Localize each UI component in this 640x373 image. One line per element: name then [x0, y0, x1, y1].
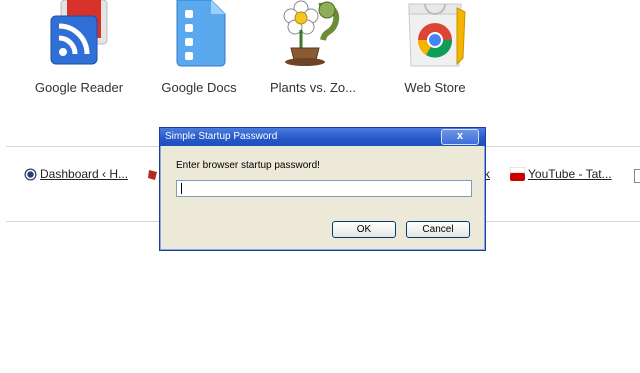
bookmark-dashboard[interactable]: Dashboard ‹ H...	[24, 167, 128, 181]
text-caret	[181, 183, 182, 194]
app-label: Plants vs. Zo...	[270, 80, 356, 95]
bookmark-overflow-checkbox[interactable]	[634, 169, 640, 183]
cancel-button[interactable]: Cancel	[406, 221, 470, 238]
startup-password-dialog: Simple Startup Password x Enter browser …	[159, 127, 486, 251]
app-label: Google Docs	[161, 80, 237, 95]
youtube-icon	[510, 167, 525, 181]
google-docs-icon	[176, 0, 226, 67]
bookmark-youtube[interactable]: YouTube - Tat...	[510, 167, 612, 181]
web-store-icon	[408, 3, 466, 67]
google-reader-icon	[50, 0, 108, 65]
password-input[interactable]	[176, 180, 472, 197]
bookmark-label: YouTube - Tat...	[528, 167, 612, 181]
wordpress-icon	[24, 168, 37, 181]
close-icon: x	[456, 130, 464, 142]
ok-button[interactable]: OK	[332, 221, 396, 238]
app-label: Web Store	[404, 80, 466, 95]
plants-vs-zombies-icon	[283, 0, 340, 66]
bookmark-label: Dashboard ‹ H...	[40, 167, 129, 181]
close-button[interactable]: x	[441, 129, 479, 145]
app-label: Google Reader	[34, 80, 124, 95]
bookmark-item-icon[interactable]	[147, 168, 159, 182]
dialog-titlebar[interactable]: Simple Startup Password	[160, 128, 485, 146]
dialog-title: Simple Startup Password	[165, 131, 278, 142]
password-prompt: Enter browser startup password!	[176, 160, 320, 171]
